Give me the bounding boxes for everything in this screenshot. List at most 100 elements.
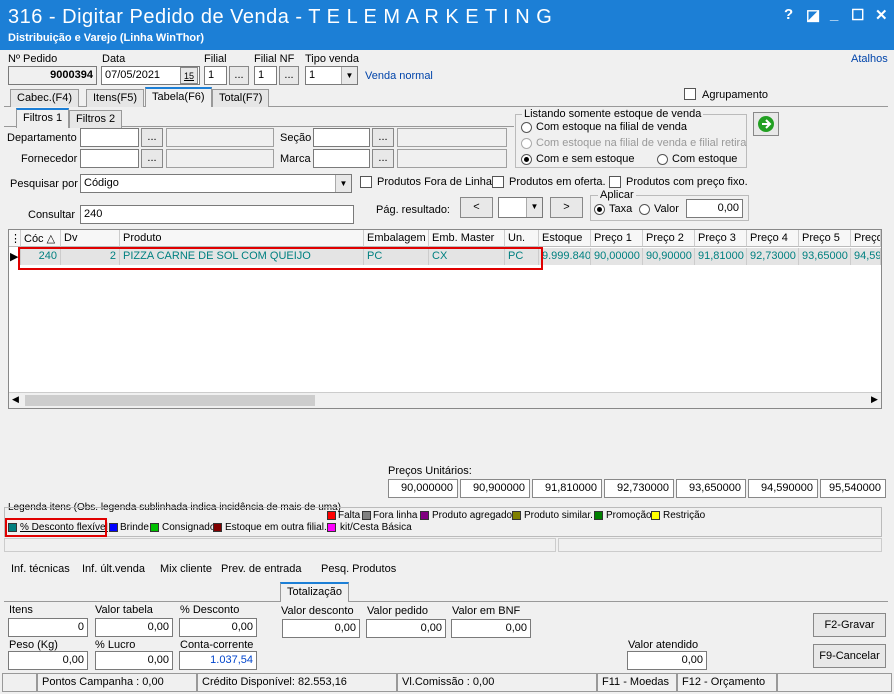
legend-similar: Produto similar. <box>524 510 593 521</box>
filial-field[interactable]: 1 <box>204 66 227 85</box>
valor-pedido-field: 0,00 <box>366 619 446 638</box>
status-orcamento[interactable]: F12 - Orçamento <box>677 673 777 692</box>
tab-filtros1[interactable]: Filtros 1 <box>16 108 70 128</box>
consultar-label: Consultar <box>28 209 76 221</box>
scroll-right-icon[interactable]: ▶ <box>871 394 878 405</box>
valor-desconto-label: Valor desconto <box>281 605 354 617</box>
preco-fixo-label: Produtos com preço fixo. <box>626 176 748 188</box>
page-select[interactable]: ▼ <box>498 197 543 218</box>
tab-itens[interactable]: Itens(F5) <box>86 89 145 107</box>
aplicar-value-input[interactable]: 0,00 <box>686 199 743 218</box>
link-mix-cliente[interactable]: Mix cliente <box>160 563 212 575</box>
tab-totalizacao[interactable]: Totalização <box>280 582 350 602</box>
taxa-label: Taxa <box>609 203 633 215</box>
tab-total[interactable]: Total(F7) <box>212 89 270 107</box>
col-embalagem[interactable]: Embalagem <box>364 230 429 247</box>
valor-tabela-label: Valor tabela <box>95 604 153 616</box>
col-preco1[interactable]: Preço 1 <box>591 230 643 247</box>
col-produto[interactable]: Produto <box>120 230 364 247</box>
minimize-button[interactable]: _ <box>830 6 838 23</box>
preco-unit-3: 91,810000 <box>532 479 602 498</box>
col-emb-master[interactable]: Emb. Master <box>429 230 505 247</box>
prev-page-button[interactable]: < <box>460 197 493 218</box>
preco-unit-6: 94,590000 <box>748 479 818 498</box>
consultar-input[interactable]: 240 <box>80 205 354 224</box>
calendar-icon[interactable]: 15 <box>180 67 198 84</box>
scroll-left-icon[interactable]: ◀ <box>12 394 19 405</box>
help-button[interactable]: ? <box>784 6 793 23</box>
cell-estoque: 9.999.840 <box>539 248 591 265</box>
col-preco4[interactable]: Preço 4 <box>747 230 799 247</box>
preco-fixo-checkbox[interactable] <box>609 176 621 188</box>
cell-preco1: 90,00000 <box>591 248 643 265</box>
secao-field[interactable] <box>313 128 370 147</box>
em-oferta-checkbox[interactable] <box>492 176 504 188</box>
secao-lookup-button[interactable]: ... <box>372 128 394 147</box>
link-inf-ult-venda[interactable]: Inf. últ.venda <box>82 563 145 575</box>
legend-swatch-brinde <box>109 523 118 532</box>
itens-field: 0 <box>8 618 88 637</box>
arrow-right-icon <box>758 116 774 132</box>
tipovenda-value: 1 <box>309 69 316 81</box>
maximize-button[interactable]: ☐ <box>851 6 864 24</box>
tipovenda-select[interactable]: 1 ▼ <box>305 66 358 85</box>
chevron-down-icon: ▼ <box>341 67 357 84</box>
col-preco2[interactable]: Preço 2 <box>643 230 695 247</box>
next-page-button[interactable]: > <box>550 197 583 218</box>
filial-lookup-button[interactable]: ... <box>229 66 249 85</box>
fornecedor-field[interactable] <box>80 149 139 168</box>
taxa-radio[interactable] <box>594 204 605 215</box>
fora-linha-label: Produtos Fora de Linha <box>377 176 492 188</box>
pedido-field: 9000394 <box>8 66 97 85</box>
fornecedor-lookup-button[interactable]: ... <box>141 149 163 168</box>
link-prev-entrada[interactable]: Prev. de entrada <box>221 563 302 575</box>
grid-menu-icon[interactable]: ⋮ <box>9 230 21 247</box>
marca-field[interactable] <box>313 149 370 168</box>
col-preco5[interactable]: Preço 5 <box>799 230 851 247</box>
filialnf-lookup-button[interactable]: ... <box>279 66 299 85</box>
opt1-label: Com estoque na filial de venda <box>536 121 688 133</box>
legend-brinde: Brinde <box>120 522 149 533</box>
cell-preco5: 93,65000 <box>799 248 851 265</box>
tab-filtros2[interactable]: Filtros 2 <box>69 110 123 128</box>
highlight-legend-box <box>5 518 107 537</box>
status-moedas[interactable]: F11 - Moedas <box>597 673 677 692</box>
col-dv[interactable]: Dv <box>61 230 120 247</box>
scroll-thumb[interactable] <box>25 395 315 406</box>
cell-preco4: 92,73000 <box>747 248 799 265</box>
fora-linha-checkbox[interactable] <box>360 176 372 188</box>
col-codigo[interactable]: Cóc △ <box>21 230 61 247</box>
col-preco6[interactable]: Preço <box>851 230 881 247</box>
gravar-button[interactable]: F2-Gravar <box>813 613 886 637</box>
agrupamento-checkbox[interactable] <box>684 88 696 100</box>
cancelar-button[interactable]: F9-Cancelar <box>813 644 886 668</box>
valor-radio[interactable] <box>639 204 650 215</box>
desconto-label: % Desconto <box>180 604 240 616</box>
col-preco3[interactable]: Preço 3 <box>695 230 747 247</box>
departamento-lookup-button[interactable]: ... <box>141 128 163 147</box>
link-pesq-produtos[interactable]: Pesq. Produtos <box>321 563 396 575</box>
col-estoque[interactable]: Estoque <box>539 230 591 247</box>
close-button[interactable]: ✕ <box>875 6 888 24</box>
filialnf-field[interactable]: 1 <box>254 66 277 85</box>
edit-icon[interactable]: ◪ <box>806 6 820 24</box>
col-un[interactable]: Un. <box>505 230 539 247</box>
search-go-button[interactable] <box>753 112 779 136</box>
marca-lookup-button[interactable]: ... <box>372 149 394 168</box>
pesquisar-select[interactable]: Código ▼ <box>80 174 352 193</box>
opt4-radio[interactable] <box>657 154 668 165</box>
valor-atendido-field: 0,00 <box>627 651 707 670</box>
horizontal-scrollbar[interactable]: ◀ ▶ <box>9 392 881 408</box>
cell-preco2: 90,90000 <box>643 248 695 265</box>
opt1-radio[interactable] <box>521 122 532 133</box>
atalhos-link[interactable]: Atalhos <box>851 53 888 65</box>
legend-falta: Falta <box>338 510 361 521</box>
departamento-field[interactable] <box>80 128 139 147</box>
status-panel-left <box>4 538 556 552</box>
tab-tabela[interactable]: Tabela(F6) <box>145 87 212 107</box>
link-inf-tecnicas[interactable]: Inf. técnicas <box>11 563 70 575</box>
tab-cabec[interactable]: Cabec.(F4) <box>10 89 80 107</box>
pesquisar-value: Código <box>84 177 119 189</box>
opt2-radio <box>521 138 532 149</box>
opt3-radio[interactable] <box>521 154 532 165</box>
